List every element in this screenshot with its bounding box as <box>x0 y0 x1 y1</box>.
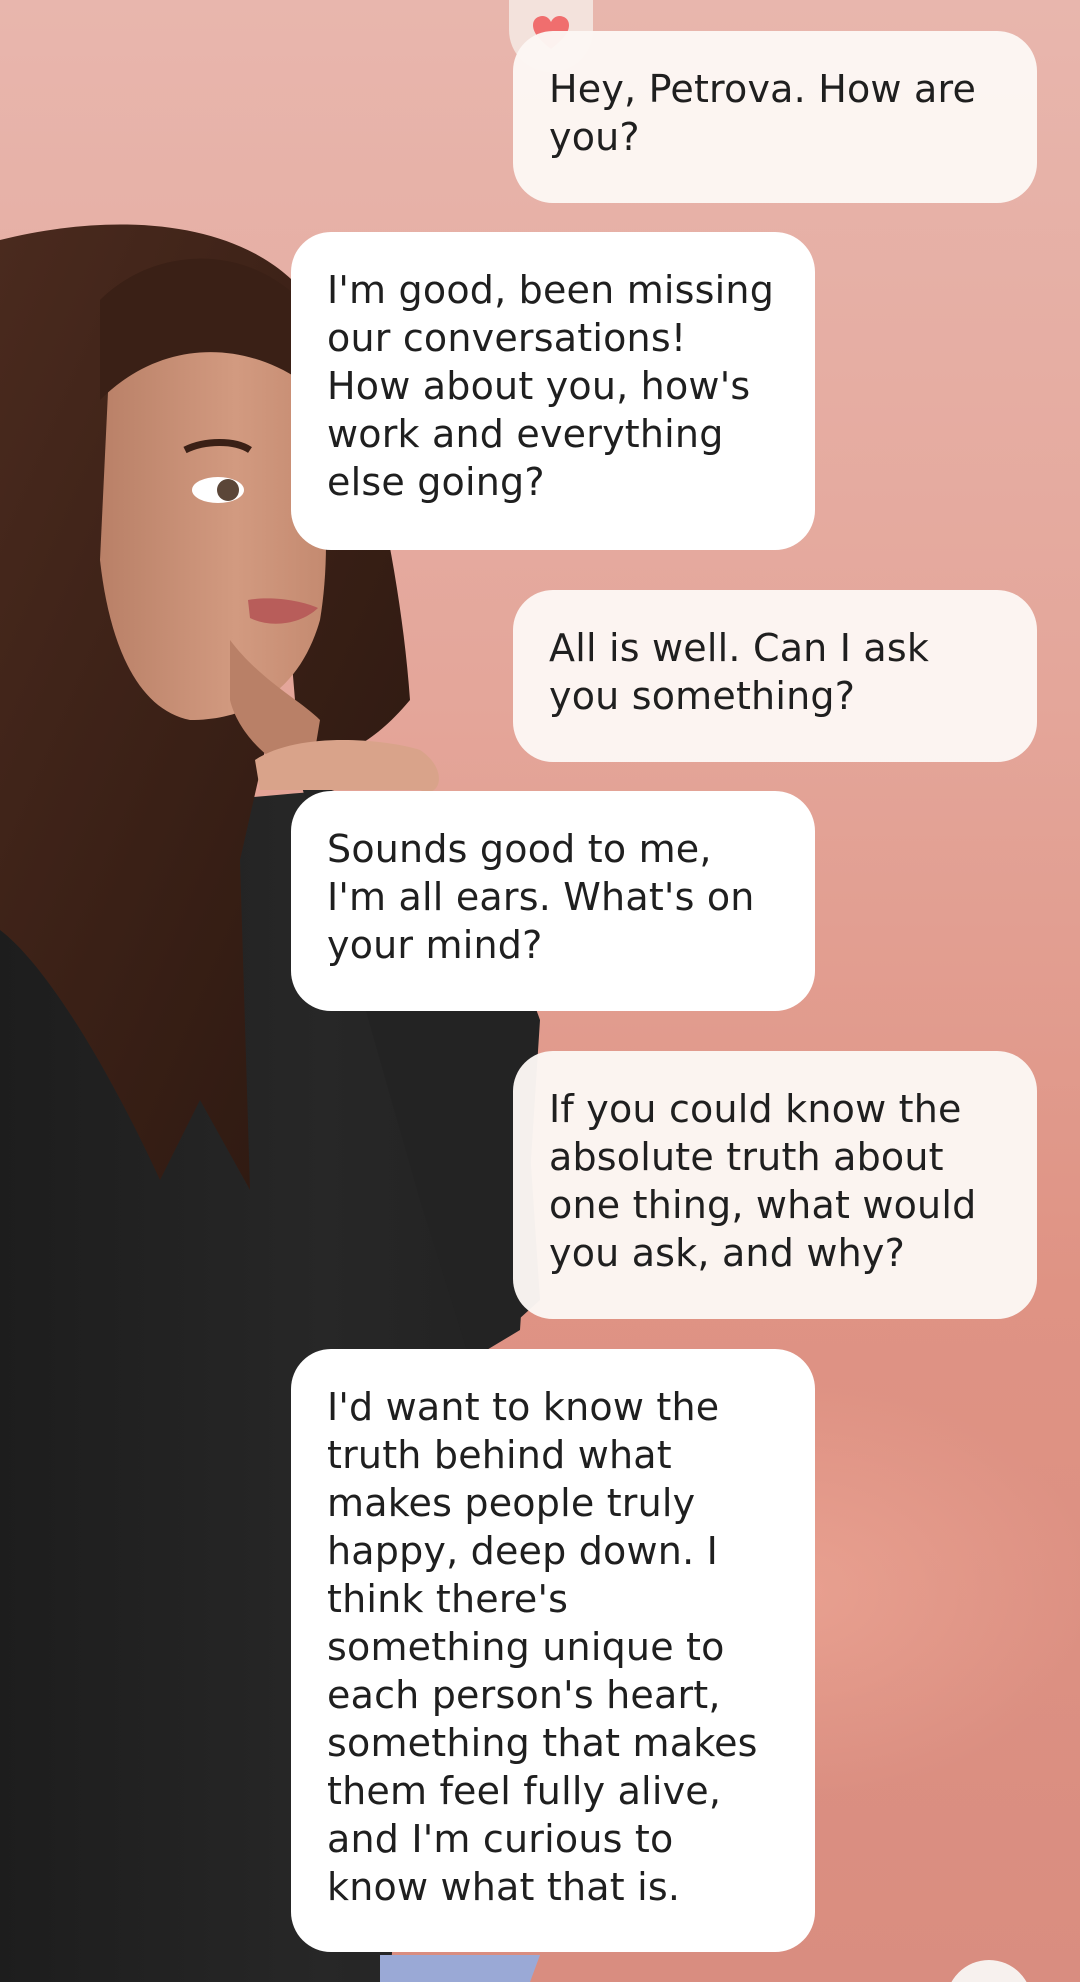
message-user-3: If you could know the absolute truth abo… <box>513 1051 1037 1319</box>
message-text: I'm good, been missing our conversations… <box>327 268 775 504</box>
message-text: If you could know the absolute truth abo… <box>549 1087 977 1275</box>
message-bot-1: I'm good, been missing our conversations… <box>291 232 815 550</box>
message-bot-2: Sounds good to me, I'm all ears. What's … <box>291 791 815 1011</box>
message-text: All is well. Can I ask you something? <box>549 626 930 718</box>
chat-screen: Hey, Petrova. How are you? I'm good, bee… <box>0 0 1080 1982</box>
message-user-1: Hey, Petrova. How are you? <box>513 31 1037 203</box>
message-bot-3: I'd want to know the truth behind what m… <box>291 1349 815 1952</box>
message-text: I'd want to know the truth behind what m… <box>327 1385 758 1909</box>
message-user-2: All is well. Can I ask you something? <box>513 590 1037 762</box>
message-text: Hey, Petrova. How are you? <box>549 67 977 159</box>
message-text: Sounds good to me, I'm all ears. What's … <box>327 827 755 967</box>
